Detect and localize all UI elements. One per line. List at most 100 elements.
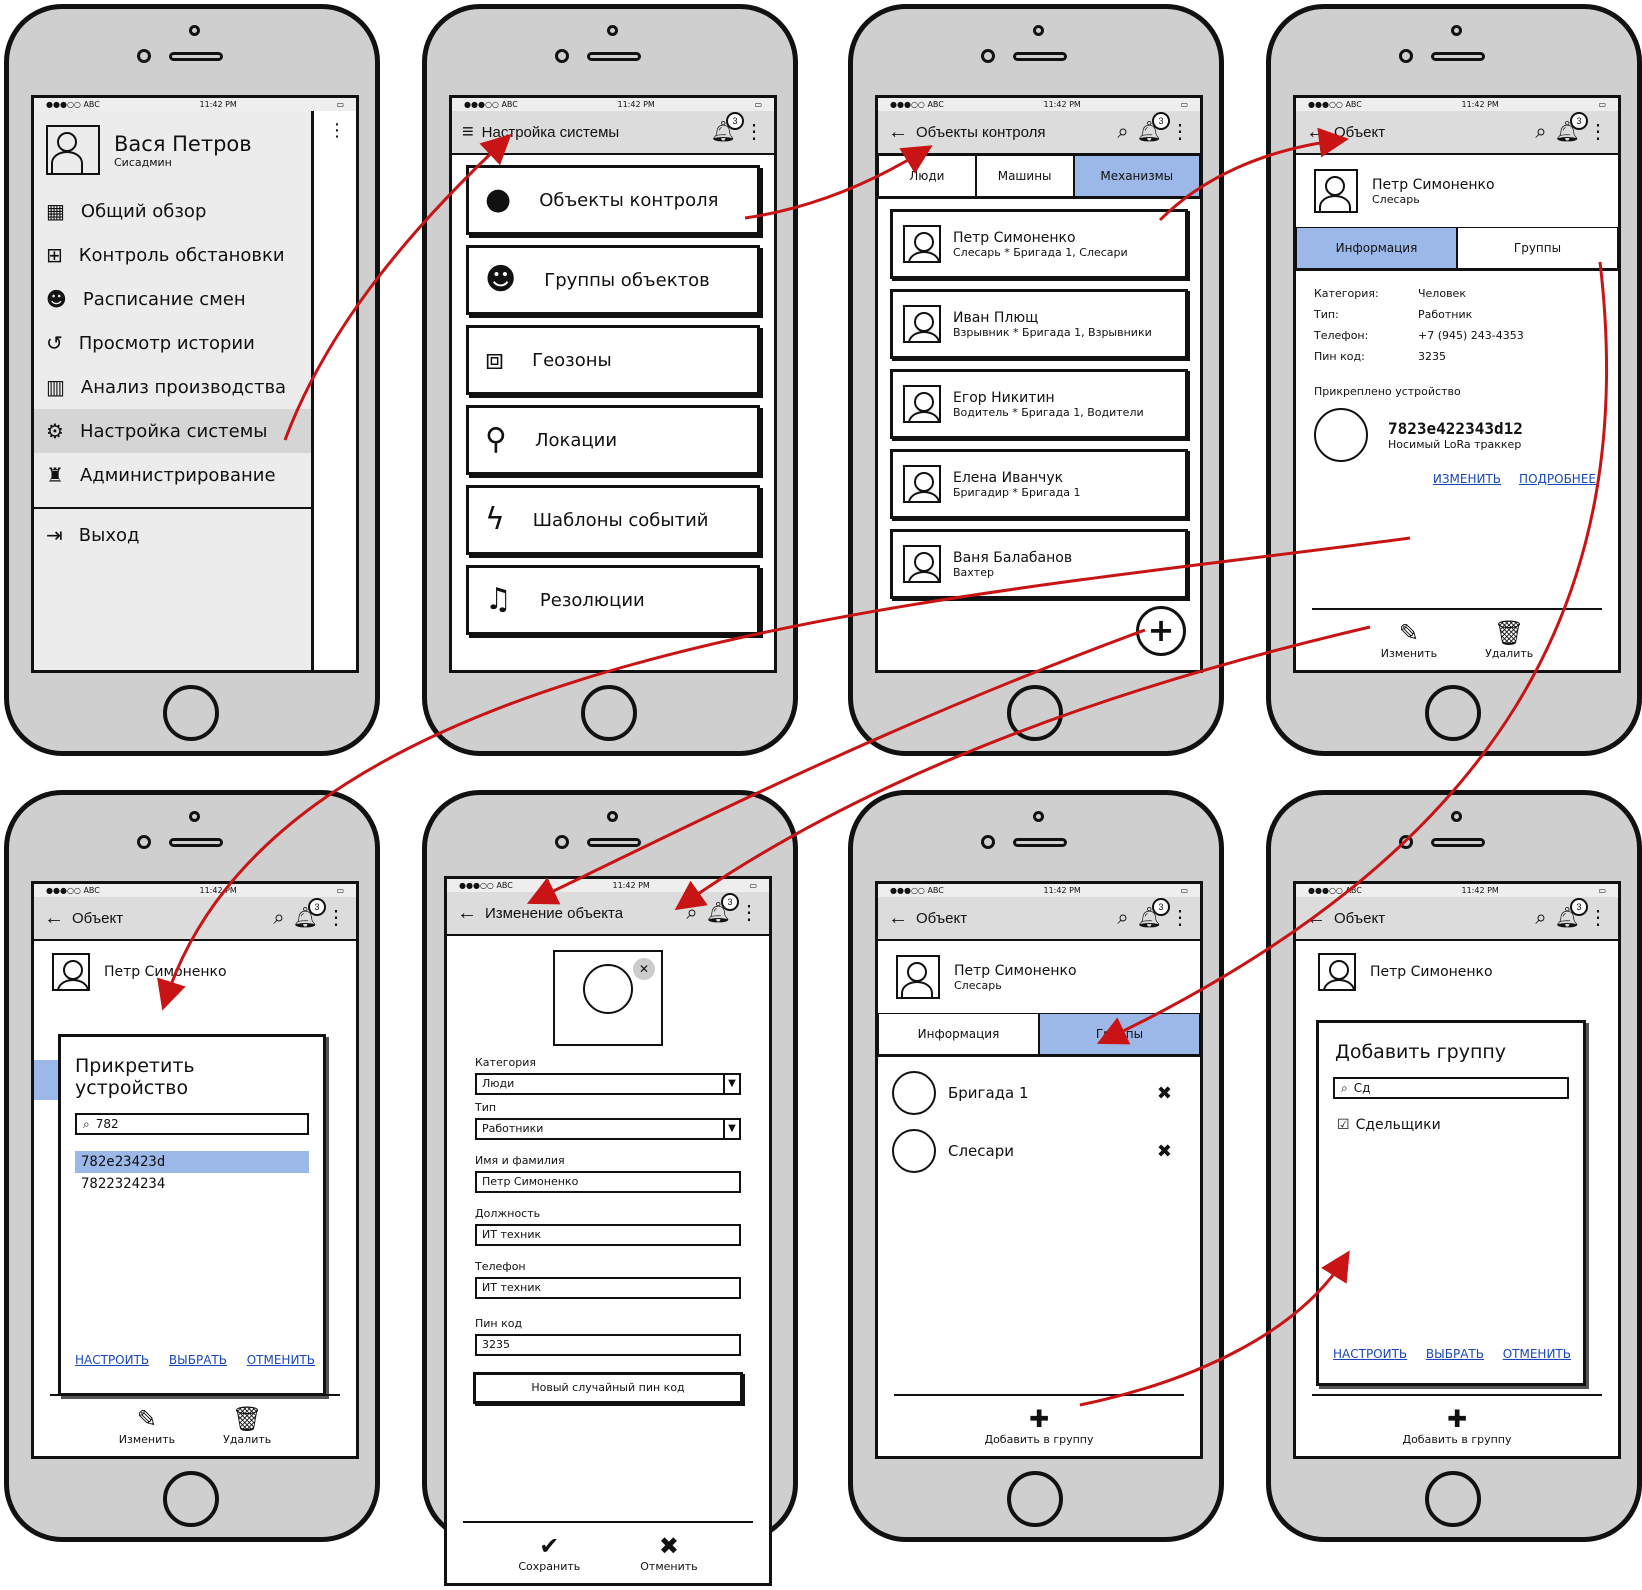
card-geozones[interactable]: ⧈ Геозоны bbox=[466, 325, 760, 395]
speaker bbox=[1013, 838, 1067, 847]
search-icon[interactable]: ⌕ bbox=[1535, 908, 1546, 928]
list-item[interactable]: Петр Симоненко Слесарь * Бригада 1, Слеса… bbox=[890, 209, 1188, 279]
phone-input[interactable]: ИТ техник bbox=[475, 1277, 741, 1299]
home-button[interactable] bbox=[1425, 1471, 1481, 1527]
bell-icon[interactable]: 🔔︎ 3 bbox=[711, 112, 744, 142]
back-arrow-icon[interactable]: ← bbox=[888, 908, 908, 928]
menu-item-history[interactable]: ↺ Просмотр истории bbox=[34, 321, 311, 365]
type-select[interactable]: Работники ▼ bbox=[475, 1118, 741, 1140]
configure-link[interactable]: НАСТРОИТЬ bbox=[75, 1353, 149, 1367]
home-button[interactable] bbox=[163, 685, 219, 741]
select-link[interactable]: ВЫБРАТЬ bbox=[1426, 1347, 1484, 1361]
pin-input[interactable]: 3235 bbox=[475, 1334, 741, 1356]
cancel-button[interactable]: ✖ Отменить bbox=[640, 1534, 697, 1573]
overflow-menu-icon[interactable]: ⋮ bbox=[739, 903, 759, 923]
select-link[interactable]: ВЫБРАТЬ bbox=[169, 1353, 227, 1367]
bell-icon[interactable]: 🔔︎ 3 bbox=[706, 893, 739, 923]
card-resolutions[interactable]: ♫ Резолюции bbox=[466, 565, 760, 635]
remove-icon[interactable]: ✖ bbox=[1157, 1083, 1172, 1104]
overflow-menu-icon[interactable]: ⋮ bbox=[1170, 908, 1190, 928]
tab-info[interactable]: Информация bbox=[1296, 227, 1457, 269]
users-icon: ☻ bbox=[485, 262, 517, 297]
add-fab[interactable]: + bbox=[1136, 606, 1186, 656]
search-icon[interactable]: ⌕ bbox=[273, 908, 284, 928]
edit-button[interactable]: ✎ Изменить bbox=[119, 1407, 175, 1446]
tab-groups[interactable]: Группы bbox=[1039, 1013, 1200, 1055]
category-select[interactable]: Люди ▼ bbox=[475, 1073, 741, 1095]
list-item[interactable]: Елена Иванчук Бригадир * Бригада 1 bbox=[890, 449, 1188, 519]
bell-icon[interactable]: 🔔︎ 3 bbox=[1555, 112, 1588, 142]
home-button[interactable] bbox=[581, 685, 637, 741]
search-icon[interactable]: ⌕ bbox=[1117, 908, 1128, 928]
card-groups[interactable]: ☻ Группы объектов bbox=[466, 245, 760, 315]
bell-icon[interactable]: 🔔︎ 3 bbox=[1137, 898, 1170, 928]
checkbox-label: Сдельщики bbox=[1355, 1117, 1441, 1133]
menu-item-monitoring[interactable]: ⊞ Контроль обстановки bbox=[34, 233, 311, 277]
device-search-input[interactable]: ⌕ 782 bbox=[75, 1113, 309, 1135]
group-checkbox-row[interactable]: ☑ Сдельщики bbox=[1337, 1117, 1565, 1133]
result-item[interactable]: 7822324234 bbox=[75, 1173, 309, 1195]
back-arrow-icon[interactable]: ← bbox=[457, 903, 477, 923]
search-icon[interactable]: ⌕ bbox=[686, 903, 697, 923]
bell-icon[interactable]: 🔔︎ 3 bbox=[293, 898, 326, 928]
back-arrow-icon[interactable]: ← bbox=[44, 908, 64, 928]
search-icon[interactable]: ⌕ bbox=[1535, 122, 1546, 142]
add-to-group-button[interactable]: ✚ Добавить в группу bbox=[984, 1407, 1093, 1446]
back-arrow-icon[interactable]: ← bbox=[1306, 908, 1326, 928]
device-details-link[interactable]: ПОДРОБНЕЕ bbox=[1519, 472, 1596, 486]
tab-info[interactable]: Информация bbox=[878, 1013, 1039, 1055]
bell-icon[interactable]: 🔔︎ 3 bbox=[1137, 112, 1170, 142]
overflow-menu-icon[interactable]: ⋮ bbox=[1588, 122, 1608, 142]
cancel-link[interactable]: ОТМЕНИТЬ bbox=[1503, 1347, 1571, 1361]
home-button[interactable] bbox=[1007, 685, 1063, 741]
overflow-menu-icon[interactable]: ⋮ bbox=[328, 120, 346, 141]
sensor-dot bbox=[607, 811, 618, 822]
menu-item-analysis[interactable]: ▥ Анализ производства bbox=[34, 365, 311, 409]
add-to-group-button[interactable]: ✚ Добавить в группу bbox=[1402, 1407, 1511, 1446]
position-input[interactable]: ИТ техник bbox=[475, 1224, 741, 1246]
list-item[interactable]: Егор Никитин Водитель * Бригада 1, Водите… bbox=[890, 369, 1188, 439]
home-button[interactable] bbox=[1007, 1471, 1063, 1527]
result-item[interactable]: 782e23423d bbox=[75, 1151, 309, 1173]
configure-link[interactable]: НАСТРОИТЬ bbox=[1333, 1347, 1407, 1361]
save-button[interactable]: ✔ Сохранить bbox=[518, 1534, 580, 1573]
tab-people[interactable]: Люди bbox=[878, 155, 976, 197]
group-search-input[interactable]: ⌕ Сд bbox=[1333, 1077, 1569, 1099]
edit-button[interactable]: ✎ Изменить bbox=[1381, 621, 1437, 660]
list-item[interactable]: Иван Плющ Взрывник * Бригада 1, Взрывники bbox=[890, 289, 1188, 359]
home-button[interactable] bbox=[1425, 685, 1481, 741]
card-event-templates[interactable]: ϟ Шаблоны событий bbox=[466, 485, 760, 555]
close-icon[interactable]: ✕ bbox=[633, 958, 655, 980]
back-arrow-icon[interactable]: ← bbox=[888, 122, 908, 142]
remove-icon[interactable]: ✖ bbox=[1157, 1141, 1172, 1162]
card-locations[interactable]: ⚲ Локации bbox=[466, 405, 760, 475]
menu-item-shifts[interactable]: ☻ Расписание смен bbox=[34, 277, 311, 321]
search-icon[interactable]: ⌕ bbox=[1117, 122, 1128, 142]
cancel-link[interactable]: ОТМЕНИТЬ bbox=[247, 1353, 315, 1367]
menu-item-overview[interactable]: ▦ Общий обзор bbox=[34, 189, 311, 233]
name-input[interactable]: Петр Симоненко bbox=[475, 1171, 741, 1193]
overflow-menu-icon[interactable]: ⋮ bbox=[1170, 122, 1190, 142]
photo-placeholder[interactable]: ✕ bbox=[553, 950, 663, 1046]
list-item[interactable]: Ваня Балабанов Вахтер bbox=[890, 529, 1188, 599]
change-device-link[interactable]: ИЗМЕНИТЬ bbox=[1433, 472, 1501, 486]
user-avatar[interactable] bbox=[46, 125, 100, 175]
delete-button[interactable]: 🗑︎ Удалить bbox=[223, 1407, 271, 1446]
random-pin-button[interactable]: Новый случайный пин код bbox=[473, 1372, 743, 1404]
overflow-menu-icon[interactable]: ⋮ bbox=[1588, 908, 1608, 928]
checkbox-checked-icon[interactable]: ☑ bbox=[1337, 1117, 1350, 1133]
menu-item-settings[interactable]: ⚙ Настройка системы bbox=[34, 409, 311, 453]
overflow-menu-icon[interactable]: ⋮ bbox=[326, 908, 346, 928]
menu-item-logout[interactable]: ⇥ Выход bbox=[34, 513, 311, 557]
card-objects[interactable]: ● Объекты контроля bbox=[466, 165, 760, 235]
tab-cars[interactable]: Машины bbox=[975, 155, 1074, 197]
tab-groups[interactable]: Группы bbox=[1457, 227, 1618, 269]
hamburger-icon[interactable]: ≡ bbox=[462, 122, 474, 142]
bell-icon[interactable]: 🔔︎ 3 bbox=[1555, 898, 1588, 928]
back-arrow-icon[interactable]: ← bbox=[1306, 122, 1326, 142]
tab-mechanisms[interactable]: Механизмы bbox=[1073, 155, 1200, 197]
overflow-menu-icon[interactable]: ⋮ bbox=[744, 122, 764, 142]
home-button[interactable] bbox=[163, 1471, 219, 1527]
menu-item-admin[interactable]: ♜ Администрирование bbox=[34, 453, 311, 497]
delete-button[interactable]: 🗑︎ Удалить bbox=[1485, 621, 1533, 660]
